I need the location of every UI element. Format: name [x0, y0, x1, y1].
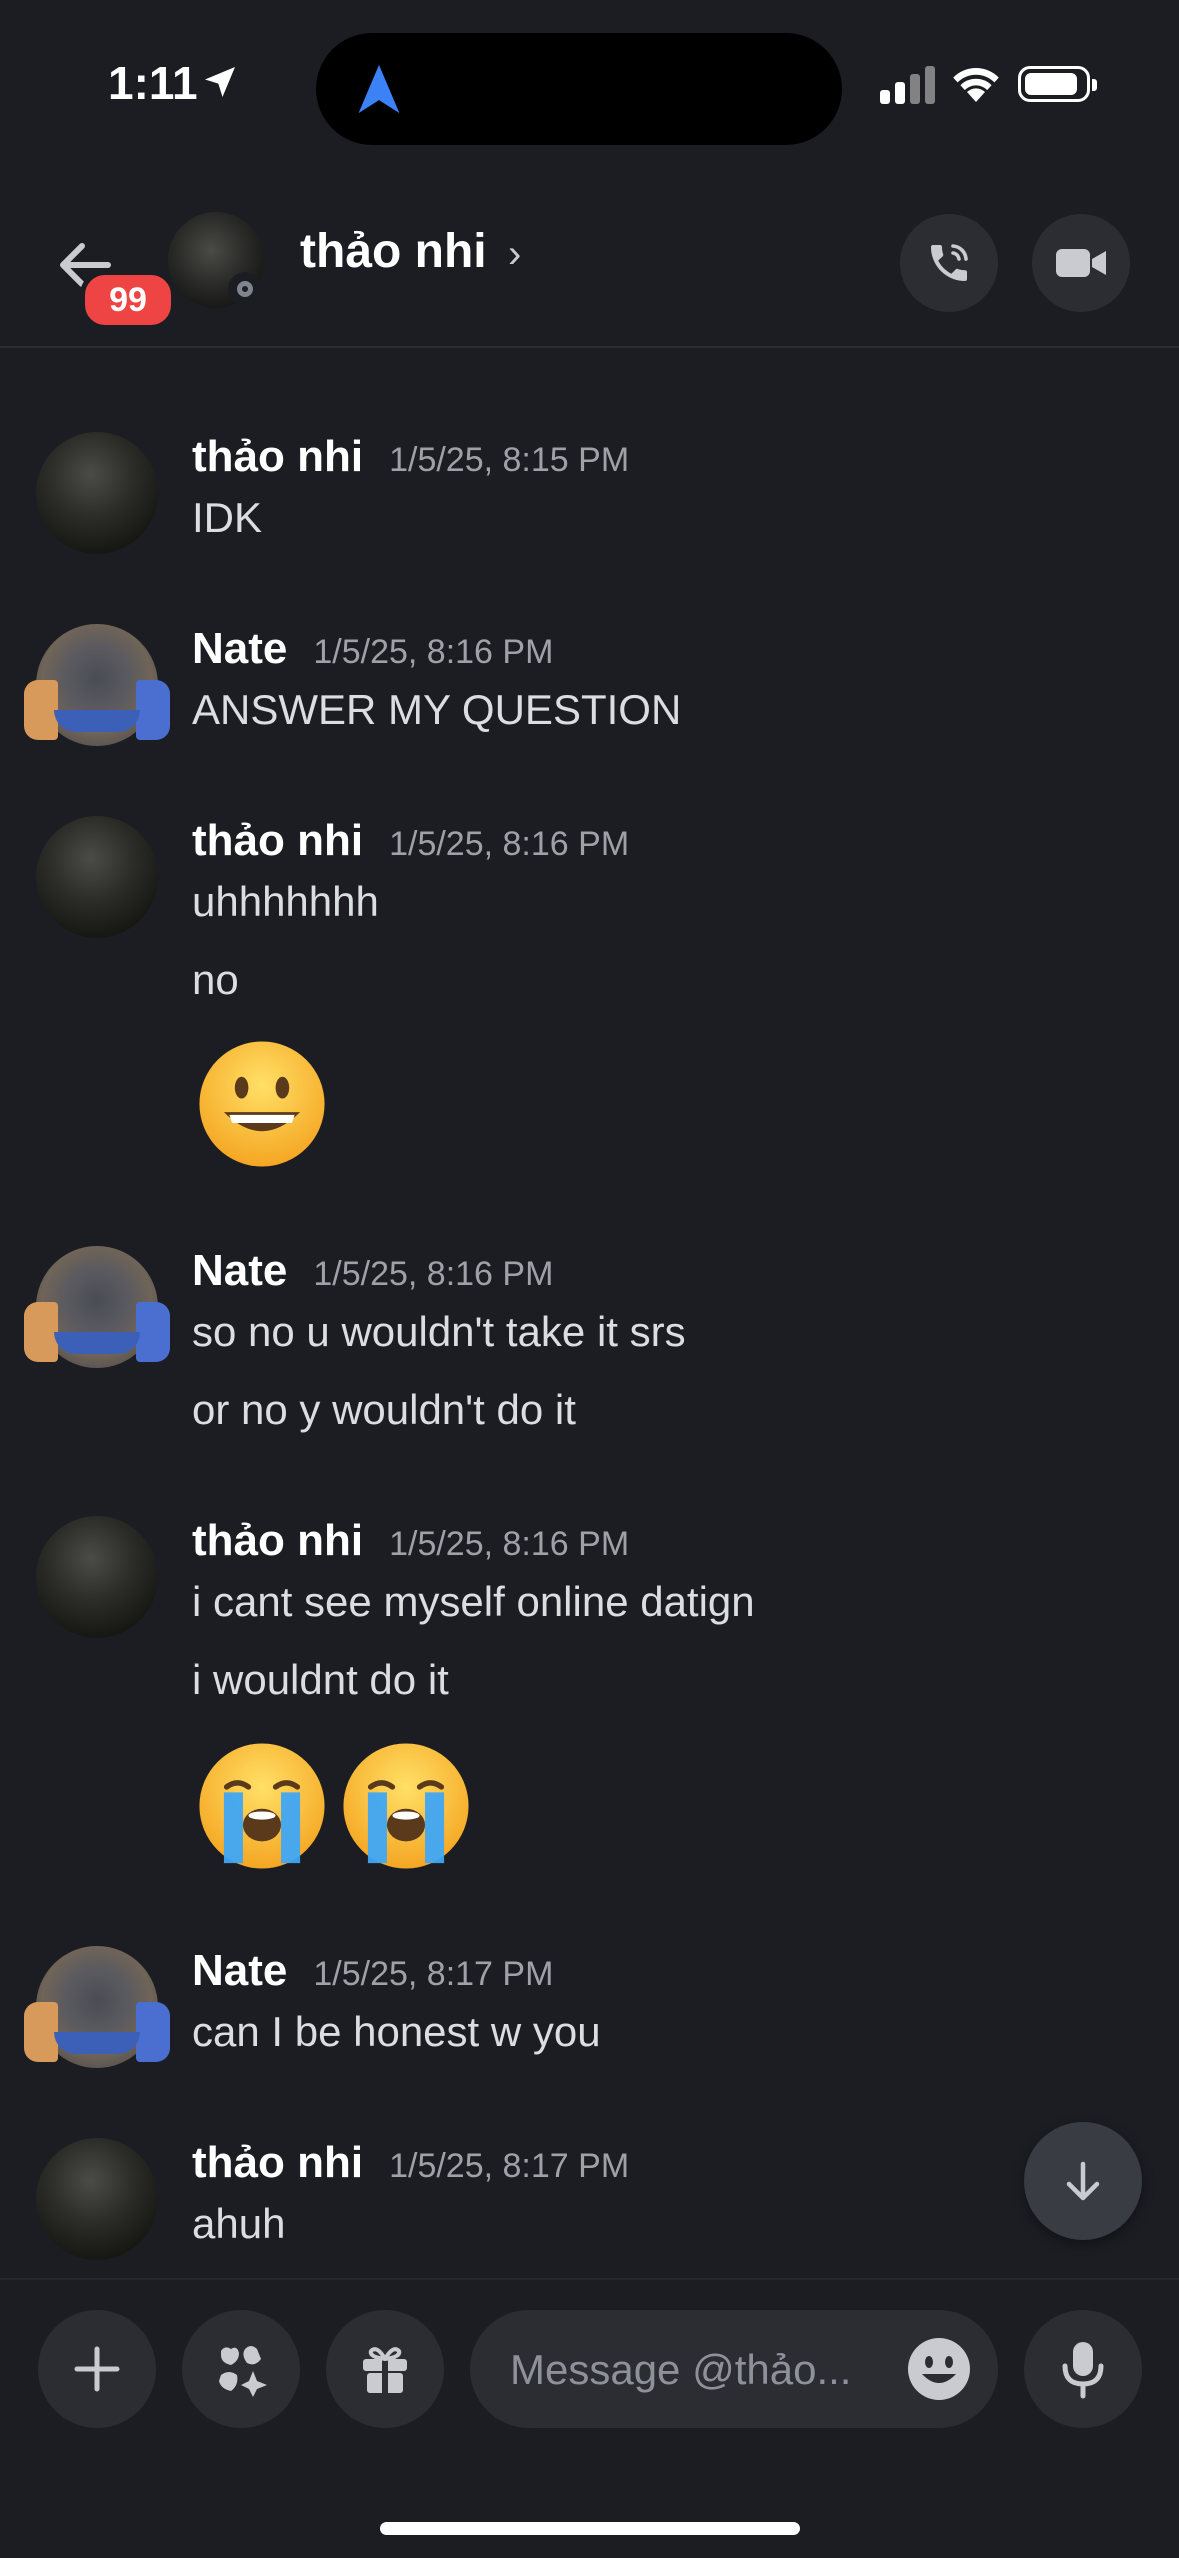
gift-button[interactable]	[326, 2310, 444, 2428]
message-timestamp: 1/5/25, 8:16 PM	[389, 825, 630, 863]
message-author[interactable]: thảo nhi	[192, 432, 363, 481]
status-bar: 1:11	[0, 0, 1179, 170]
video-camera-icon	[1056, 249, 1106, 277]
microphone-icon	[1062, 2342, 1104, 2399]
message-author[interactable]: thảo nhi	[192, 1516, 363, 1565]
message-timestamp: 1/5/25, 8:17 PM	[389, 2147, 630, 2185]
location-arrow-icon	[205, 67, 235, 97]
message-text[interactable]: i cant see myself online datign	[192, 1578, 755, 1626]
plus-icon	[74, 2346, 120, 2392]
add-attachment-button[interactable]	[38, 2310, 156, 2428]
avatar[interactable]	[24, 1246, 170, 1368]
message-timestamp: 1/5/25, 8:17 PM	[313, 1955, 554, 1993]
message-text[interactable]: can I be honest w you	[192, 2008, 601, 2056]
loudly-crying-face-emoji-icon[interactable]	[338, 1738, 474, 1874]
voice-message-button[interactable]	[1024, 2310, 1142, 2428]
wifi-icon	[953, 68, 999, 102]
message-text[interactable]: IDK	[192, 494, 262, 542]
message-timestamp: 1/5/25, 8:16 PM	[313, 633, 554, 671]
message-author[interactable]: Nate	[192, 624, 287, 673]
apps-icon	[219, 2346, 267, 2397]
message-author[interactable]: Nate	[192, 1246, 287, 1295]
phone-call-icon	[931, 244, 968, 281]
voice-call-button[interactable]	[900, 214, 998, 312]
chevron-right-icon[interactable]: ›	[508, 232, 521, 277]
message-text[interactable]: ahuh	[192, 2200, 285, 2248]
battery-icon	[1018, 66, 1097, 102]
loudly-crying-face-emoji-icon[interactable]	[194, 1738, 330, 1874]
avatar[interactable]	[36, 2138, 158, 2260]
avatar[interactable]	[36, 432, 158, 554]
cellular-signal-icon	[880, 64, 936, 104]
message-text[interactable]: no	[192, 956, 239, 1004]
avatar[interactable]	[24, 1946, 170, 2068]
avatar[interactable]	[36, 1516, 158, 1638]
emoji-picker-icon[interactable]	[906, 2336, 972, 2402]
offline-status-icon	[228, 272, 262, 306]
message-text[interactable]: ANSWER MY QUESTION	[192, 686, 681, 734]
grinning-face-emoji-icon[interactable]	[194, 1036, 330, 1172]
message-input[interactable]: Message @thảo...	[470, 2310, 998, 2428]
video-call-button[interactable]	[1032, 214, 1130, 312]
avatar[interactable]	[24, 624, 170, 746]
message-text[interactable]: so no u wouldn't take it srs	[192, 1308, 686, 1356]
avatar[interactable]	[36, 816, 158, 938]
message-input-placeholder: Message @thảo...	[510, 2346, 852, 2393]
message-text[interactable]: uhhhhhhh	[192, 878, 379, 926]
unread-count-badge: 99	[80, 270, 176, 330]
arrow-down-icon	[1066, 2161, 1100, 2201]
message-text[interactable]: or no y wouldn't do it	[192, 1386, 576, 1434]
message-composer: Message @thảo...	[0, 2278, 1179, 2558]
message-timestamp: 1/5/25, 8:15 PM	[389, 441, 630, 479]
message-timestamp: 1/5/25, 8:16 PM	[313, 1255, 554, 1293]
dynamic-island	[316, 33, 842, 145]
message-timestamp: 1/5/25, 8:16 PM	[389, 1525, 630, 1563]
home-indicator[interactable]	[380, 2522, 800, 2535]
status-time: 1:11	[108, 57, 198, 109]
apps-button[interactable]	[182, 2310, 300, 2428]
message-text[interactable]: i wouldnt do it	[192, 1656, 449, 1704]
jump-to-latest-button[interactable]	[1024, 2122, 1142, 2240]
chat-header: 99 thảo nhi ›	[0, 170, 1179, 348]
gift-icon	[363, 2347, 407, 2393]
message-author[interactable]: thảo nhi	[192, 816, 363, 865]
message-author[interactable]: Nate	[192, 1946, 287, 1995]
message-author[interactable]: thảo nhi	[192, 2138, 363, 2187]
chat-title[interactable]: thảo nhi	[300, 224, 487, 279]
navigation-arrow-icon	[358, 64, 400, 114]
